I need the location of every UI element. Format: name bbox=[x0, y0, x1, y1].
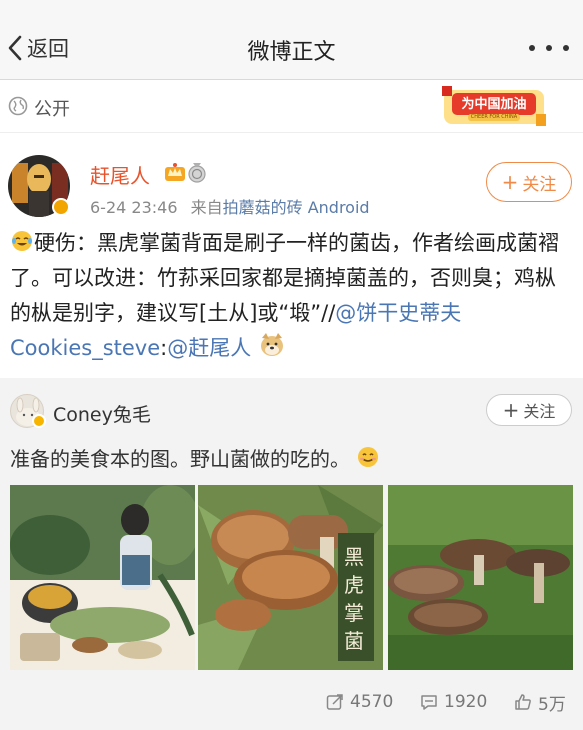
repost-author-name[interactable]: Coney兔毛 bbox=[53, 400, 151, 427]
smile-emoji-icon bbox=[358, 447, 379, 467]
repost-button[interactable]: 4570 bbox=[326, 684, 393, 720]
more-dot-icon bbox=[563, 45, 569, 51]
like-button[interactable]: 5万 bbox=[514, 684, 566, 720]
verified-badge-icon bbox=[32, 414, 46, 428]
visibility-label: 公开 bbox=[34, 99, 70, 120]
nav-bar: 返回 微博正文 bbox=[0, 0, 583, 80]
like-count: 5万 bbox=[538, 694, 566, 715]
mention-link[interactable]: @赶尾人 bbox=[167, 336, 251, 360]
badge-text: 为中国加油 bbox=[461, 97, 527, 112]
comment-button[interactable]: 1920 bbox=[420, 684, 487, 720]
medal-badge-icon[interactable] bbox=[187, 162, 207, 184]
action-bar: 4570 1920 5万 bbox=[0, 684, 583, 720]
follow-button[interactable]: + 关注 bbox=[486, 162, 572, 202]
source-link[interactable]: 拍蘑菇的砖 Android bbox=[223, 198, 370, 217]
repost-follow-button[interactable]: + 关注 bbox=[486, 394, 572, 426]
source-prefix: 来自 bbox=[190, 198, 223, 217]
post-image-3[interactable] bbox=[388, 485, 573, 670]
repost-text: 准备的美食本的图。野山菌做的吃的。 bbox=[10, 443, 380, 472]
post-image-1[interactable] bbox=[10, 485, 195, 670]
crying-laughing-emoji-icon bbox=[12, 231, 32, 251]
follow-label: 关注 bbox=[522, 174, 557, 195]
more-options-button[interactable] bbox=[529, 36, 569, 60]
badge-subtext: CHEER FOR CHINA bbox=[470, 114, 518, 120]
repost-icon bbox=[326, 694, 343, 710]
doge-emoji-icon bbox=[260, 333, 283, 356]
page-title: 微博正文 bbox=[247, 40, 336, 65]
repost-count: 4570 bbox=[350, 692, 394, 712]
post-timestamp: 6-24 23:46 bbox=[90, 198, 178, 217]
image-caption: 黑虎掌菌 bbox=[344, 545, 364, 653]
author-name[interactable]: 赶尾人 bbox=[90, 160, 150, 189]
comment-icon bbox=[421, 695, 437, 710]
follow-label: 关注 bbox=[523, 402, 556, 421]
comment-count: 1920 bbox=[444, 692, 488, 712]
thumbs-up-icon bbox=[515, 694, 531, 710]
post-meta: 6-24 23:46 来自拍蘑菇的砖 Android bbox=[90, 194, 370, 218]
crown-badge-icon[interactable] bbox=[164, 162, 186, 182]
verified-badge-icon bbox=[52, 198, 70, 216]
more-dot-icon bbox=[546, 45, 552, 51]
plus-icon: + bbox=[501, 170, 519, 194]
post-image-2[interactable]: 黑虎掌菌 bbox=[198, 485, 383, 670]
post-text-body: 硬伤：黑虎掌菌背面是刷子一样的菌齿，作者绘画成菌褶了。可以改进：竹荪采回家都是摘… bbox=[10, 231, 559, 325]
globe-icon bbox=[8, 96, 28, 116]
repost-text-body: 准备的美食本的图。野山菌做的吃的。 bbox=[10, 447, 350, 471]
cheer-for-china-badge: 为中国加油 CHEER FOR CHINA bbox=[438, 84, 550, 130]
post-text: 硬伤：黑虎掌菌背面是刷子一样的菌齿，作者绘画成菌褶了。可以改进：竹荪采回家都是摘… bbox=[10, 226, 574, 366]
more-dot-icon bbox=[529, 45, 535, 51]
plus-icon: + bbox=[502, 398, 520, 422]
